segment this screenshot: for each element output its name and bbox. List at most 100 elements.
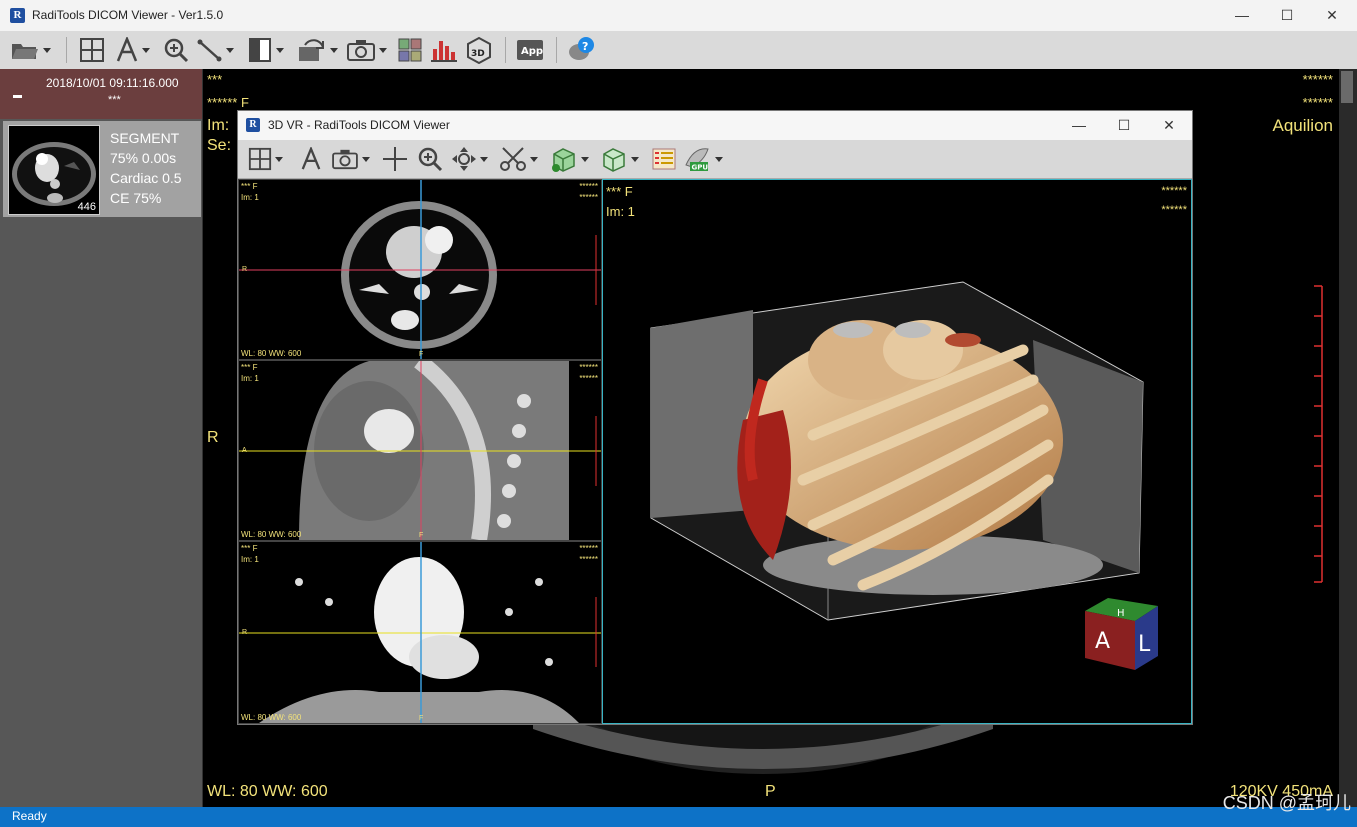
series-item[interactable]: 446 SEGMENT 75% 0.00s Cardiac 0.5 CE 75%: [3, 121, 201, 217]
vr-window-title: 3D VR - RadiTools DICOM Viewer: [268, 118, 450, 132]
vr-minimize-button[interactable]: —: [1056, 111, 1102, 140]
cube-face-anterior: A: [1095, 629, 1110, 654]
vr-volume-box-button[interactable]: [550, 144, 589, 174]
snapshot-button[interactable]: [346, 35, 387, 65]
color-table-icon: [652, 148, 676, 170]
status-text: Ready: [12, 809, 47, 823]
scrollbar-thumb[interactable]: [1341, 71, 1353, 103]
orientation-marker-right: R: [207, 429, 219, 446]
image-count: 446: [77, 201, 96, 213]
open-button[interactable]: [10, 35, 51, 65]
3d-button[interactable]: 3D: [465, 35, 493, 65]
cube-face-head: H: [1117, 608, 1125, 619]
app-button[interactable]: App: [516, 35, 544, 65]
rotate-icon: [299, 39, 324, 61]
measure-button[interactable]: [197, 35, 234, 65]
toolbar-separator: [66, 37, 67, 63]
dropdown-arrow-icon: [226, 47, 234, 53]
overlay-series-number: Se:: [207, 137, 232, 154]
vr-gpu-button[interactable]: GPU: [682, 144, 723, 174]
zoom-button[interactable]: [163, 35, 189, 65]
study-header[interactable]: 2018/10/01 09:11:16.000 ***: [0, 69, 202, 119]
overlay-image-number: Im:: [207, 117, 230, 134]
vr-maximize-button[interactable]: ☐: [1101, 111, 1147, 140]
scale-ruler: [1314, 285, 1323, 583]
toolbar-separator: [556, 37, 557, 63]
overlay-info-2: ******: [1302, 95, 1333, 110]
vr-toolbar: GPU: [238, 140, 1192, 179]
dropdown-arrow-icon: [362, 156, 370, 162]
vr-pan-button[interactable]: [451, 144, 488, 174]
histogram-button[interactable]: [430, 35, 458, 65]
pane-window-level: WL: 80 WW: 600: [241, 349, 302, 358]
series-thumbnail: 446: [8, 125, 100, 215]
svg-text:3D: 3D: [471, 49, 485, 59]
layout-button[interactable]: [79, 35, 105, 65]
render-overlay-tl: *** F Im: 1: [606, 184, 635, 219]
vr-text-button[interactable]: [300, 144, 322, 174]
pane-overlay-tr: ****** ******: [579, 182, 598, 202]
vr-clip-box-button[interactable]: [600, 144, 639, 174]
pane-overlay-tl: *** F Im: 1: [241, 363, 259, 383]
histogram-icon: [431, 41, 457, 62]
watermark: CSDN @孟珂儿: [1222, 793, 1351, 813]
rotate-button[interactable]: [297, 35, 338, 65]
help-icon: ?: [569, 37, 594, 60]
collapse-icon[interactable]: [13, 95, 22, 98]
volume-box-icon: [552, 148, 575, 172]
maximize-button[interactable]: ☐: [1264, 0, 1310, 31]
overlay-window-level: WL: 80 WW: 600: [207, 783, 328, 800]
vr-render-pane[interactable]: A L H *** F Im: 1 ****** ******: [602, 179, 1192, 724]
pan-icon: [452, 147, 476, 171]
orientation-cube[interactable]: A L H: [1083, 596, 1163, 672]
series-desc-line: Cardiac 0.5: [110, 170, 182, 186]
3d-icon: 3D: [467, 36, 491, 64]
minimize-button[interactable]: —: [1219, 0, 1265, 31]
vr-color-table-button[interactable]: [651, 144, 677, 174]
window-level-button[interactable]: [247, 35, 284, 65]
pane-overlay-tr: ****** ******: [579, 363, 598, 383]
pane-overlay-tl: *** F Im: 1: [241, 544, 259, 564]
pane-overlay-tr: ****** ******: [579, 544, 598, 564]
dropdown-arrow-icon: [581, 156, 589, 162]
measure-icon: [197, 39, 222, 62]
mpr-pane-sagittal[interactable]: *** F Im: 1 ****** ****** A WL: 80 WW: 600…: [238, 360, 602, 541]
vr-layout-button[interactable]: [248, 144, 283, 174]
vr-snapshot-button[interactable]: [331, 144, 370, 174]
zoom-icon: [164, 38, 189, 63]
vr-app-logo: R: [246, 118, 260, 132]
dropdown-arrow-icon: [379, 47, 387, 53]
help-button[interactable]: ?: [566, 35, 596, 65]
close-button[interactable]: ✕: [1309, 0, 1355, 31]
pane-bottom-marker: F: [419, 532, 424, 539]
camera-icon: [347, 40, 375, 61]
open-folder-icon: [12, 44, 38, 59]
dropdown-arrow-icon: [43, 47, 51, 53]
multi-view-button[interactable]: [397, 35, 423, 65]
vr-cut-button[interactable]: [499, 144, 538, 174]
app-icon: App: [517, 40, 543, 60]
pane-window-level: WL: 80 WW: 600: [241, 530, 302, 539]
dropdown-arrow-icon: [330, 47, 338, 53]
text-tool-button[interactable]: [115, 35, 150, 65]
app-logo: R: [10, 8, 25, 23]
dropdown-arrow-icon: [631, 156, 639, 162]
pane-overlay-tl: *** F Im: 1: [241, 182, 259, 202]
mpr-pane-axial[interactable]: *** F Im: 1 ****** ****** R WL: 80 WW: 600…: [238, 179, 602, 360]
svg-text:?: ?: [582, 40, 588, 53]
mpr-pane-coronal[interactable]: *** F Im: 1 ****** ****** R WL: 80 WW: 600…: [238, 541, 602, 724]
vr-crosshair-button[interactable]: [382, 144, 408, 174]
vr-zoom-button[interactable]: [417, 144, 443, 174]
pane-bottom-marker: F: [419, 715, 424, 722]
toolbar-separator: [505, 37, 506, 63]
crosshair-icon: [383, 147, 407, 171]
pane-orientation-marker: A: [242, 447, 247, 454]
viewer-scrollbar[interactable]: [1339, 69, 1357, 807]
dropdown-arrow-icon: [276, 47, 284, 53]
scissors-icon: [500, 147, 526, 171]
vr-title-bar: R 3D VR - RadiTools DICOM Viewer — ☐ ✕: [238, 111, 1192, 140]
text-annotation-icon: [301, 147, 321, 170]
dropdown-arrow-icon: [142, 47, 150, 53]
vr-close-button[interactable]: ✕: [1146, 111, 1192, 140]
dropdown-arrow-icon: [530, 156, 538, 162]
